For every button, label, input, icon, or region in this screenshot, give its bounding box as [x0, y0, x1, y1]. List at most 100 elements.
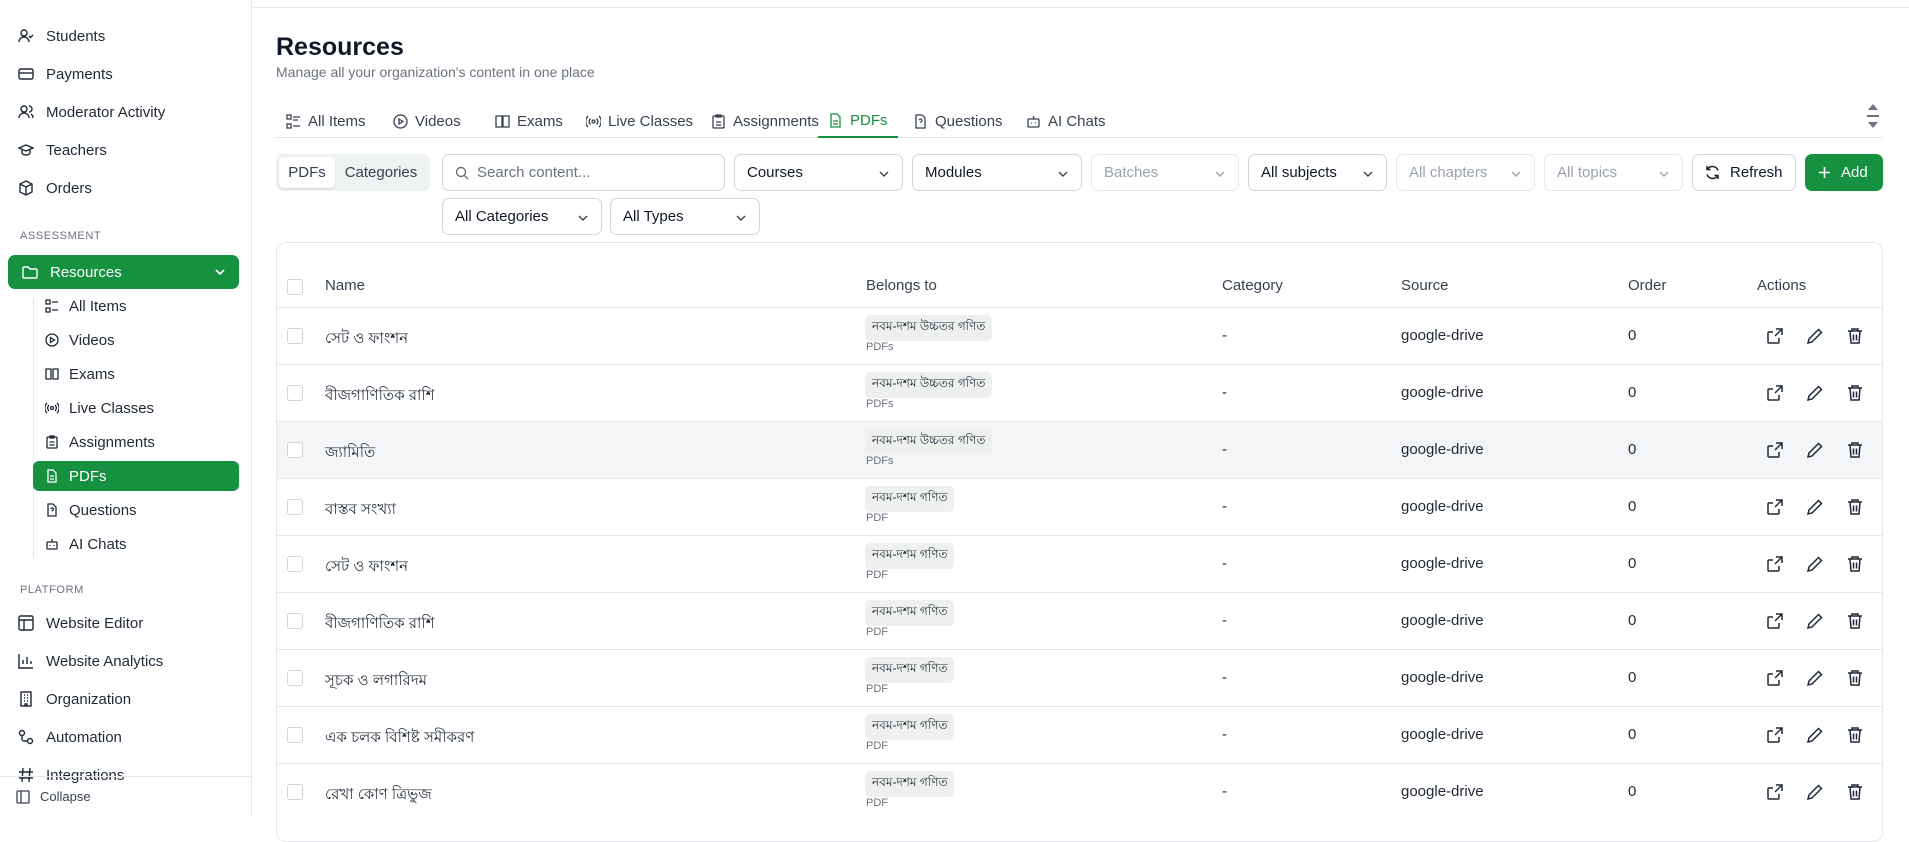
- chevron-down-icon: [735, 212, 747, 224]
- refresh-button[interactable]: Refresh: [1692, 154, 1796, 191]
- select-value: Batches: [1104, 164, 1159, 181]
- pencil-icon[interactable]: [1806, 669, 1824, 687]
- types-filter[interactable]: All Types: [610, 198, 760, 235]
- sidebar-item-website-editor[interactable]: Website Editor: [18, 605, 143, 641]
- sidebar-item-resources[interactable]: Resources: [8, 255, 239, 289]
- table-row[interactable]: বাস্তব সংখ্যা নবম-দশম গণিত PDF - google-driv…: [277, 478, 1882, 535]
- external-link-icon[interactable]: [1766, 612, 1784, 630]
- table-row[interactable]: রেখা কোণ ত্রিভুজ নবম-দশম গণিত PDF - google-d…: [277, 763, 1882, 820]
- trash-icon[interactable]: [1846, 783, 1864, 801]
- row-checkbox[interactable]: [287, 613, 303, 629]
- column-header-name[interactable]: Name: [325, 277, 365, 294]
- pencil-icon[interactable]: [1806, 783, 1824, 801]
- sidebar-item-orders[interactable]: Orders: [18, 170, 92, 206]
- sidebar-item-teachers[interactable]: Teachers: [18, 132, 107, 168]
- pencil-icon[interactable]: [1806, 498, 1824, 516]
- pencil-icon[interactable]: [1806, 441, 1824, 459]
- tab-videos[interactable]: Videos: [383, 104, 471, 138]
- trash-icon[interactable]: [1846, 669, 1864, 687]
- sidebar-item-organization[interactable]: Organization: [18, 681, 131, 717]
- search-field: [442, 154, 725, 191]
- sidebar-sub-ai-chats[interactable]: AI Chats: [33, 529, 239, 559]
- table-row[interactable]: বীজগাণিতিক রাশি নবম-দশম গণিত PDF - google-dr…: [277, 592, 1882, 649]
- row-checkbox[interactable]: [287, 784, 303, 800]
- topics-select[interactable]: All topics: [1544, 154, 1683, 191]
- trash-icon[interactable]: [1846, 327, 1864, 345]
- table-row[interactable]: সূচক ও লগারিদম নবম-দশম গণিত PDF - google-dri…: [277, 649, 1882, 706]
- table-row[interactable]: বীজগাণিতিক রাশি নবম-দশম উচ্চতর গণিত PDFs - g…: [277, 364, 1882, 421]
- row-checkbox[interactable]: [287, 499, 303, 515]
- row-checkbox[interactable]: [287, 727, 303, 743]
- trash-icon[interactable]: [1846, 726, 1864, 744]
- sidebar-sub-videos[interactable]: Videos: [33, 325, 239, 355]
- tab-all-items[interactable]: All Items: [276, 104, 376, 138]
- tab-questions[interactable]: Questions: [903, 104, 1013, 138]
- trash-icon[interactable]: [1846, 441, 1864, 459]
- trash-icon[interactable]: [1846, 612, 1864, 630]
- row-checkbox[interactable]: [287, 385, 303, 401]
- play-circle-icon: [393, 113, 408, 129]
- row-checkbox[interactable]: [287, 556, 303, 572]
- external-link-icon[interactable]: [1766, 498, 1784, 516]
- trash-icon[interactable]: [1846, 498, 1864, 516]
- sidebar-item-payments[interactable]: Payments: [18, 56, 113, 92]
- toggle-pdfs[interactable]: PDFs: [279, 157, 335, 188]
- select-all-checkbox[interactable]: [287, 279, 303, 295]
- pencil-icon[interactable]: [1806, 384, 1824, 402]
- tab-live-classes[interactable]: Live Classes: [576, 104, 703, 138]
- sidebar-item-students[interactable]: Students: [18, 18, 105, 54]
- row-category: -: [1222, 441, 1227, 458]
- sidebar-sub-assignments[interactable]: Assignments: [33, 427, 239, 457]
- table-row[interactable]: এক চলক বিশিষ্ট সমীকরণ নবম-দশম গণিত PDF - goo…: [277, 706, 1882, 763]
- add-button[interactable]: Add: [1805, 154, 1883, 191]
- tab-exams[interactable]: Exams: [485, 104, 573, 138]
- belongs-to-badge: নবম-দশম গণিত: [865, 657, 955, 683]
- external-link-icon[interactable]: [1766, 384, 1784, 402]
- external-link-icon[interactable]: [1766, 327, 1784, 345]
- subjects-select[interactable]: All subjects: [1248, 154, 1387, 191]
- row-category: -: [1222, 384, 1227, 401]
- pencil-icon[interactable]: [1806, 555, 1824, 573]
- tab-pdfs[interactable]: PDFs: [818, 104, 898, 138]
- tab-label: Questions: [935, 112, 1003, 130]
- toggle-categories[interactable]: Categories: [335, 157, 427, 188]
- row-checkbox[interactable]: [287, 442, 303, 458]
- external-link-icon[interactable]: [1766, 726, 1784, 744]
- sidebar-sub-live-classes[interactable]: Live Classes: [33, 393, 239, 423]
- batches-select[interactable]: Batches: [1091, 154, 1239, 191]
- search-input[interactable]: [477, 164, 707, 181]
- collapse-button[interactable]: Collapse: [0, 776, 251, 816]
- external-link-icon[interactable]: [1766, 783, 1784, 801]
- sidebar-item-moderator-activity[interactable]: Moderator Activity: [18, 94, 165, 130]
- courses-select[interactable]: Courses: [734, 154, 903, 191]
- external-link-icon[interactable]: [1766, 441, 1784, 459]
- categories-filter[interactable]: All Categories: [442, 198, 602, 235]
- tabs-scroll-arrows[interactable]: [1866, 102, 1880, 132]
- sidebar-sub-all-items[interactable]: All Items: [33, 291, 239, 321]
- chapters-select[interactable]: All chapters: [1396, 154, 1535, 191]
- table-row[interactable]: সেট ও ফাংশন নবম-দশম গণিত PDF - google-drive 0: [277, 535, 1882, 592]
- tab-assignments[interactable]: Assignments: [701, 104, 829, 138]
- sidebar-sub-pdfs[interactable]: PDFs: [33, 461, 239, 491]
- column-header-order[interactable]: Order: [1628, 277, 1666, 294]
- row-checkbox[interactable]: [287, 328, 303, 344]
- external-link-icon[interactable]: [1766, 555, 1784, 573]
- external-link-icon[interactable]: [1766, 669, 1784, 687]
- sidebar-sub-questions[interactable]: Questions: [33, 495, 239, 525]
- chevron-down-icon: [1057, 168, 1069, 180]
- sidebar-sub-exams[interactable]: Exams: [33, 359, 239, 389]
- file-icon: [828, 112, 843, 128]
- trash-icon[interactable]: [1846, 384, 1864, 402]
- pencil-icon[interactable]: [1806, 612, 1824, 630]
- pencil-icon[interactable]: [1806, 327, 1824, 345]
- tab-ai-chats[interactable]: AI Chats: [1016, 104, 1116, 138]
- sidebar-item-automation[interactable]: Automation: [18, 719, 122, 755]
- modules-select[interactable]: Modules: [912, 154, 1082, 191]
- sidebar-item-website-analytics[interactable]: Website Analytics: [18, 643, 163, 679]
- trash-icon[interactable]: [1846, 555, 1864, 573]
- pencil-icon[interactable]: [1806, 726, 1824, 744]
- sidebar-sub-label: Live Classes: [69, 399, 155, 417]
- table-row[interactable]: সেট ও ফাংশন নবম-দশম উচ্চতর গণিত PDFs - googl…: [277, 307, 1882, 364]
- table-row[interactable]: জ্যামিতি নবম-দশম উচ্চতর গণিত PDFs - google-d…: [277, 421, 1882, 478]
- row-checkbox[interactable]: [287, 670, 303, 686]
